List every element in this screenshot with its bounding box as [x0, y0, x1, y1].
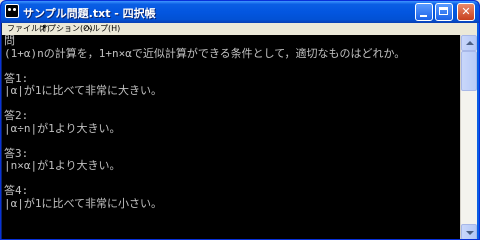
scroll-up-button[interactable] [461, 35, 477, 51]
title-bar[interactable]: サンプル問題.txt - 四択帳 ✕ [1, 1, 479, 23]
answer-3-text: |n×α|が1より大きい。 [4, 159, 121, 172]
question-header: 問 [4, 35, 15, 47]
close-icon: ✕ [461, 5, 471, 18]
scroll-down-button[interactable] [461, 224, 477, 239]
answer-4-header: 答4: [4, 184, 29, 197]
menu-bar: ファイル(F) オプション(O) ヘルプ(H) [2, 23, 478, 35]
minimize-button[interactable] [415, 3, 433, 21]
maximize-icon [439, 7, 448, 15]
console-output[interactable]: 問 (1+α)nの計算を，1+n×αで近似計算ができる条件として，適切なものはど… [2, 35, 460, 239]
arrow-up-icon [466, 41, 474, 45]
answer-1-text: |α|が1に比べて非常に大きい。 [4, 84, 163, 97]
close-button[interactable]: ✕ [457, 3, 475, 21]
arrow-down-icon [466, 231, 474, 235]
vertical-scrollbar[interactable] [460, 35, 477, 239]
question-text: (1+α)nの計算を，1+n×αで近似計算ができる条件として，適切なものはどれか… [4, 46, 406, 60]
answer-2-header: 答2: [4, 109, 29, 122]
menu-help[interactable]: ヘルプ(H) [82, 23, 122, 35]
app-window: サンプル問題.txt - 四択帳 ✕ ファイル(F) オプション(O) ヘルプ(… [0, 0, 480, 240]
maximize-button[interactable] [435, 3, 453, 21]
window-frame-right [477, 23, 479, 239]
window-title: サンプル問題.txt - 四択帳 [23, 7, 156, 20]
minimize-icon [420, 15, 427, 17]
answer-2-text: |α÷n|が1より大きい。 [4, 121, 121, 135]
answer-4-text: |α|が1に比べて非常に小さい。 [4, 196, 163, 210]
console-cat-icon[interactable] [5, 4, 19, 18]
scroll-thumb[interactable] [461, 51, 477, 91]
